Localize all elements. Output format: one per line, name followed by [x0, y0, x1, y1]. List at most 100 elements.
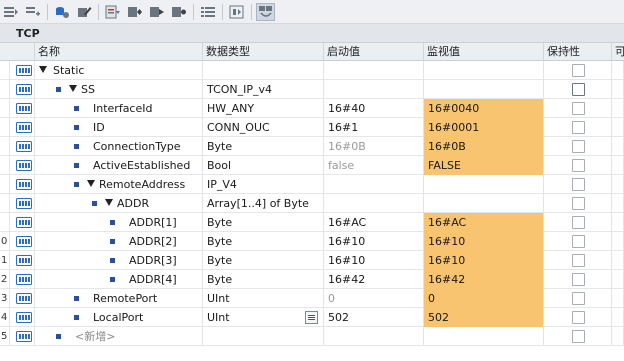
- datatype-cell[interactable]: Byte: [203, 270, 324, 289]
- datatype-cell[interactable]: HW_ANY: [203, 99, 324, 118]
- retain-checkbox[interactable]: [572, 83, 585, 96]
- datatype-cell[interactable]: TCON_IP_v4: [203, 80, 324, 99]
- table-row[interactable]: ActiveEstablished Bool false FALSE: [0, 156, 624, 175]
- header-start-value[interactable]: 启动值: [324, 43, 424, 61]
- table-row[interactable]: ConnectionType Byte 16#0B 16#0B: [0, 137, 624, 156]
- table-row[interactable]: ADDR[1] Byte 16#AC 16#AC: [0, 213, 624, 232]
- start-value-cell[interactable]: false: [324, 156, 424, 175]
- add-row-icon[interactable]: [23, 3, 42, 21]
- monitor-all-icon[interactable]: [256, 2, 275, 21]
- retain-checkbox[interactable]: [572, 64, 585, 77]
- start-value-cell[interactable]: [324, 61, 424, 80]
- table-row[interactable]: InterfaceId HW_ANY 16#40 16#0040: [0, 99, 624, 118]
- retain-checkbox[interactable]: [572, 254, 585, 267]
- edit-icon[interactable]: [74, 3, 93, 21]
- name-cell[interactable]: ConnectionType: [35, 137, 203, 156]
- table-row[interactable]: Static: [0, 61, 624, 80]
- name-cell[interactable]: <新增>: [35, 327, 203, 346]
- table-row[interactable]: 0 ADDR[2] Byte 16#10 16#10: [0, 232, 624, 251]
- retain-checkbox[interactable]: [572, 159, 585, 172]
- retain-checkbox[interactable]: [572, 292, 585, 305]
- datatype-cell[interactable]: Array[1..4] of Byte: [203, 194, 324, 213]
- header-name[interactable]: 名称: [35, 43, 203, 61]
- datatype-cell[interactable]: Byte: [203, 232, 324, 251]
- datatype-cell[interactable]: CONN_OUC: [203, 118, 324, 137]
- insert-row-icon[interactable]: [1, 3, 20, 21]
- list-view-icon[interactable]: [198, 3, 217, 21]
- name-cell[interactable]: ADDR[2]: [35, 232, 203, 251]
- monitor-snapshot-icon[interactable]: [103, 3, 122, 21]
- name-cell[interactable]: ADDR[1]: [35, 213, 203, 232]
- header-monitor-value[interactable]: 监视值: [424, 43, 544, 61]
- retain-cell: [544, 118, 612, 137]
- table-row[interactable]: ADDR Array[1..4] of Byte: [0, 194, 624, 213]
- datatype-cell[interactable]: Bool: [203, 156, 324, 175]
- datatype-cell[interactable]: Byte: [203, 251, 324, 270]
- name-cell[interactable]: InterfaceId: [35, 99, 203, 118]
- retain-checkbox[interactable]: [572, 311, 585, 324]
- table-row[interactable]: 5 <新增>: [0, 327, 624, 346]
- datatype-cell[interactable]: Byte: [203, 213, 324, 232]
- table-row[interactable]: 1 ADDR[3] Byte 16#10 16#10: [0, 251, 624, 270]
- retain-checkbox[interactable]: [572, 273, 585, 286]
- start-value-cell[interactable]: 16#42: [324, 270, 424, 289]
- table-row[interactable]: 2 ADDR[4] Byte 16#42 16#42: [0, 270, 624, 289]
- start-value-cell[interactable]: 16#AC: [324, 213, 424, 232]
- start-value-cell[interactable]: 16#0B: [324, 137, 424, 156]
- start-value-cell[interactable]: 16#10: [324, 232, 424, 251]
- start-value-cell[interactable]: 16#40: [324, 99, 424, 118]
- name-cell[interactable]: Static: [35, 61, 203, 80]
- expand-triangle-icon[interactable]: [69, 85, 77, 92]
- retain-checkbox[interactable]: [572, 121, 585, 134]
- name-cell[interactable]: ID: [35, 118, 203, 137]
- copy-snapshot-icon[interactable]: [125, 3, 144, 21]
- set-start-values-icon[interactable]: [169, 3, 188, 21]
- header-extra[interactable]: 可: [612, 43, 624, 61]
- header-datatype[interactable]: 数据类型: [203, 43, 324, 61]
- table-row[interactable]: RemoteAddress IP_V4: [0, 175, 624, 194]
- header-retain[interactable]: 保持性: [544, 43, 612, 61]
- start-value-cell[interactable]: [324, 327, 424, 346]
- name-cell[interactable]: ActiveEstablished: [35, 156, 203, 175]
- start-value-cell[interactable]: [324, 175, 424, 194]
- start-value-cell[interactable]: [324, 194, 424, 213]
- name-cell[interactable]: ADDR: [35, 194, 203, 213]
- expand-icon[interactable]: [227, 3, 246, 21]
- start-value-cell[interactable]: [324, 80, 424, 99]
- table-row[interactable]: SS TCON_IP_v4: [0, 80, 624, 99]
- retain-checkbox[interactable]: [572, 197, 585, 210]
- row-number: [0, 175, 10, 194]
- table-row[interactable]: ID CONN_OUC 16#1 16#0001: [0, 118, 624, 137]
- retain-checkbox[interactable]: [572, 178, 585, 191]
- retain-checkbox[interactable]: [572, 216, 585, 229]
- retain-checkbox[interactable]: [572, 235, 585, 248]
- start-value-cell[interactable]: 16#1: [324, 118, 424, 137]
- datatype-cell[interactable]: [203, 327, 324, 346]
- start-value-cell[interactable]: 502: [324, 308, 424, 327]
- name-cell[interactable]: SS: [35, 80, 203, 99]
- expand-triangle-icon[interactable]: [87, 180, 95, 187]
- datatype-cell[interactable]: UInt: [203, 308, 324, 327]
- expand-triangle-icon[interactable]: [39, 66, 47, 73]
- db-settings-icon[interactable]: [52, 3, 71, 21]
- datatype-cell[interactable]: Byte: [203, 137, 324, 156]
- table-row[interactable]: 3 RemotePort UInt 0 0: [0, 289, 624, 308]
- table-row[interactable]: 4 LocalPort UInt 502 502: [0, 308, 624, 327]
- name-cell[interactable]: ADDR[4]: [35, 270, 203, 289]
- start-value-cell[interactable]: 16#10: [324, 251, 424, 270]
- retain-checkbox[interactable]: [572, 102, 585, 115]
- retain-checkbox[interactable]: [572, 330, 585, 343]
- name-cell[interactable]: RemotePort: [35, 289, 203, 308]
- load-start-values-icon[interactable]: [147, 3, 166, 21]
- add-new-label[interactable]: <新增>: [75, 327, 115, 346]
- start-value-cell[interactable]: 0: [324, 289, 424, 308]
- datatype-picker-button[interactable]: [305, 311, 318, 324]
- name-cell[interactable]: ADDR[3]: [35, 251, 203, 270]
- expand-triangle-icon[interactable]: [105, 199, 113, 206]
- datatype-cell[interactable]: [203, 61, 324, 80]
- datatype-cell[interactable]: IP_V4: [203, 175, 324, 194]
- name-cell[interactable]: LocalPort: [35, 308, 203, 327]
- name-cell[interactable]: RemoteAddress: [35, 175, 203, 194]
- datatype-cell[interactable]: UInt: [203, 289, 324, 308]
- retain-checkbox[interactable]: [572, 140, 585, 153]
